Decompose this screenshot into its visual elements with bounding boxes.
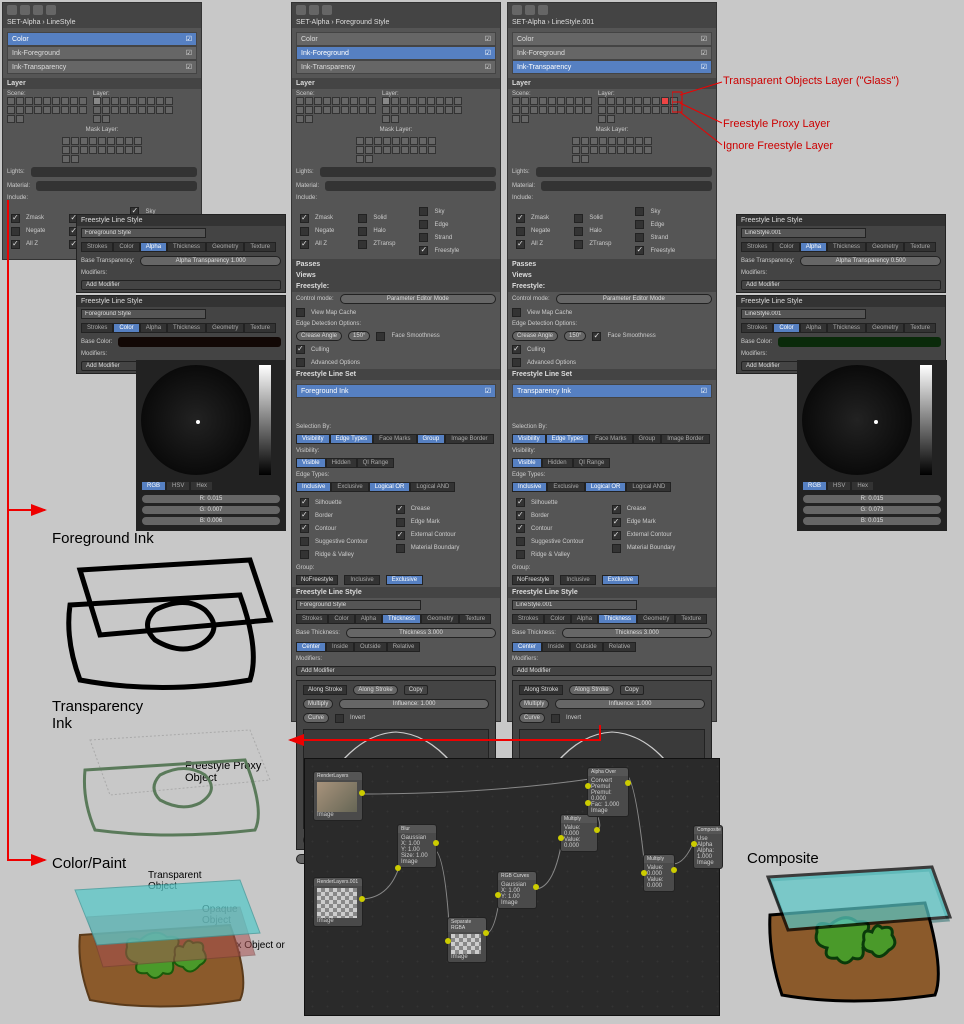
tab-texture2[interactable]: Texture [244, 323, 276, 333]
node-composite[interactable]: Composite Use Alpha Alpha: 1.000 Image [693, 825, 723, 869]
tab-texture[interactable]: Texture [244, 242, 276, 252]
section-views[interactable]: Views [292, 270, 500, 281]
tab-alpha2[interactable]: Alpha [140, 323, 167, 333]
color-picker-panel: RGB HSV Hex R: 0.015 G: 0.007 B: 0.006 [136, 360, 286, 531]
scene-grid-fg[interactable] [296, 97, 376, 123]
r-field[interactable]: R: 0.015 [141, 494, 281, 504]
layer-ink-tr[interactable]: Ink-Transparency☑ [7, 60, 197, 74]
mod-label2: Modifiers: [81, 351, 107, 357]
section-passes[interactable]: Passes [292, 259, 500, 270]
node-math[interactable]: Multiply Value: 0.000 Value: 0.000 [643, 854, 675, 892]
lights-field[interactable] [31, 167, 197, 177]
layer-ink-fg2[interactable]: Ink-Foreground☑ [296, 46, 496, 60]
node-setalpha[interactable]: Multiply Value: 0.000 Value: 0.000 [560, 814, 598, 852]
diagram-tr-ink [70, 720, 290, 840]
layer-grid[interactable] [93, 97, 173, 123]
tab-alpha[interactable]: Alpha [140, 242, 167, 252]
panel-transparency: SET-Alpha › LineStyle.001 Color☑ Ink-For… [507, 2, 717, 722]
node-editor[interactable]: RenderLayers Image RenderLayers.001 Imag… [304, 758, 720, 1016]
linestyle-alpha-panel: Freestyle Line Style Strokes Color Alpha… [76, 214, 286, 293]
lsp-header-alpha: Freestyle Line Style [77, 215, 285, 226]
tab-color[interactable]: Color [113, 242, 139, 252]
ls-tabs-alpha: Strokes Color Alpha Thickness Geometry T… [77, 240, 285, 254]
linestyle-name-alpha[interactable] [81, 228, 206, 238]
node-renderlayers[interactable]: RenderLayers Image [313, 771, 363, 821]
tab-strokes2[interactable]: Strokes [81, 323, 113, 333]
scene-grid[interactable] [7, 97, 87, 123]
breadcrumb-fg: SET-Alpha › Foreground Style [296, 19, 389, 26]
tab-hex[interactable]: Hex [190, 481, 213, 491]
check-allz[interactable] [11, 240, 20, 249]
render-icon[interactable] [7, 5, 17, 15]
value-slider[interactable] [259, 365, 271, 475]
tab-geometry2[interactable]: Geometry [206, 323, 244, 333]
base-trans-field[interactable]: Alpha Transparency 1.000 [140, 256, 281, 266]
layer-list-1: Color☑ Ink-Foreground☑ Ink-Transparency☑ [3, 28, 201, 78]
tab-hsv[interactable]: HSV [166, 481, 190, 491]
toolbar-1 [3, 3, 201, 17]
obj-icon[interactable] [46, 5, 56, 15]
diagram-fg-ink [50, 540, 290, 700]
ls-tabs-color: Strokes Color Alpha Thickness Geometry T… [77, 321, 285, 335]
material-label: Material: [7, 183, 30, 189]
layer-ink-tr2[interactable]: Ink-Transparency☑ [296, 60, 496, 74]
check-zmask[interactable] [11, 214, 20, 223]
section-freestyle: Freestyle: [292, 281, 500, 292]
fls-name-fg[interactable] [296, 600, 421, 610]
g-field[interactable]: G: 0.007 [141, 505, 281, 515]
mask-grid[interactable] [62, 137, 142, 163]
mask-label: Mask Layer: [86, 127, 119, 133]
linestyle-name-color[interactable] [81, 309, 206, 319]
breadcrumb-text: SET-Alpha › LineStyle [7, 19, 75, 26]
annotation-ignore: Ignore Freestyle Layer [723, 140, 833, 152]
section-layer-fg: Layer [292, 78, 500, 89]
layer-color[interactable]: Color☑ [7, 32, 197, 46]
add-modifier-btn[interactable]: Add Modifier [81, 280, 281, 290]
tab-rgb[interactable]: RGB [141, 481, 166, 491]
lsp-header-color: Freestyle Line Style [77, 296, 285, 307]
base-trans-label: Base Transparency: [81, 258, 134, 264]
mod-label: Modifiers: [81, 270, 107, 276]
lights-label: Lights: [7, 169, 25, 175]
section-lineset: Freestyle Line Set [292, 369, 500, 380]
lineset-fg-ink[interactable]: Foreground Ink☑ [296, 384, 496, 398]
base-color-swatch[interactable] [118, 337, 281, 347]
color-picker-panel-r: RGBHSVHex R: 0.015 G: 0.073 B: 0.015 [797, 360, 947, 531]
layer-ink-fg[interactable]: Ink-Foreground☑ [7, 46, 197, 60]
node-renderlayers2[interactable]: RenderLayers.001 Image [313, 877, 363, 927]
annotation-proxy: Freestyle Proxy Layer [723, 118, 830, 130]
breadcrumb-tr: SET-Alpha › LineStyle.001 [512, 19, 594, 26]
node-alphaover[interactable]: Alpha Over Convert Premul Premul: 0.000 … [587, 767, 629, 817]
mask-grid-fg[interactable] [356, 137, 436, 163]
tab-strokes[interactable]: Strokes [81, 242, 113, 252]
control-mode[interactable]: Parameter Editor Mode [340, 294, 496, 304]
annotation-glass: Transparent Objects Layer ("Glass") [723, 75, 899, 87]
panel-foreground: SET-Alpha › Foreground Style Color☑ Ink-… [291, 2, 501, 722]
base-color-label: Base Color: [81, 339, 112, 345]
tab-color2[interactable]: Color [113, 323, 139, 333]
section-layer: Layer [3, 78, 201, 89]
layer-grid-fg[interactable] [382, 97, 462, 123]
breadcrumb-1: SET-Alpha › LineStyle [3, 17, 201, 28]
tab-thickness2[interactable]: Thickness [167, 323, 206, 333]
color-wheel[interactable] [141, 365, 251, 475]
material-field[interactable] [36, 181, 197, 191]
layer-grid-tr[interactable] [598, 97, 678, 123]
tab-geometry[interactable]: Geometry [206, 242, 244, 252]
linestyle-alpha-panel-r: Freestyle Line Style StrokesColorAlphaTh… [736, 214, 946, 293]
scene-icon[interactable] [20, 5, 30, 15]
diagram-color-paint [55, 865, 295, 1015]
node-separate[interactable]: Separate RGBA Image [447, 917, 487, 963]
scene-layer-row: Scene: Layer: [3, 89, 201, 125]
include-label: Include: [7, 195, 28, 201]
tab-thickness[interactable]: Thickness [167, 242, 206, 252]
check-negate[interactable] [11, 227, 20, 236]
layer-color-fg[interactable]: Color☑ [296, 32, 496, 46]
b-field[interactable]: B: 0.006 [141, 516, 281, 526]
world-icon[interactable] [33, 5, 43, 15]
node-rgbcurve[interactable]: RGB Curves Gaussian X: 1.00 Y: 1.00 Imag… [497, 871, 537, 909]
node-blur[interactable]: Blur Gaussian X: 1.00 Y: 1.00 Size: 1.00… [397, 824, 437, 868]
diagram-composite [750, 855, 955, 1015]
